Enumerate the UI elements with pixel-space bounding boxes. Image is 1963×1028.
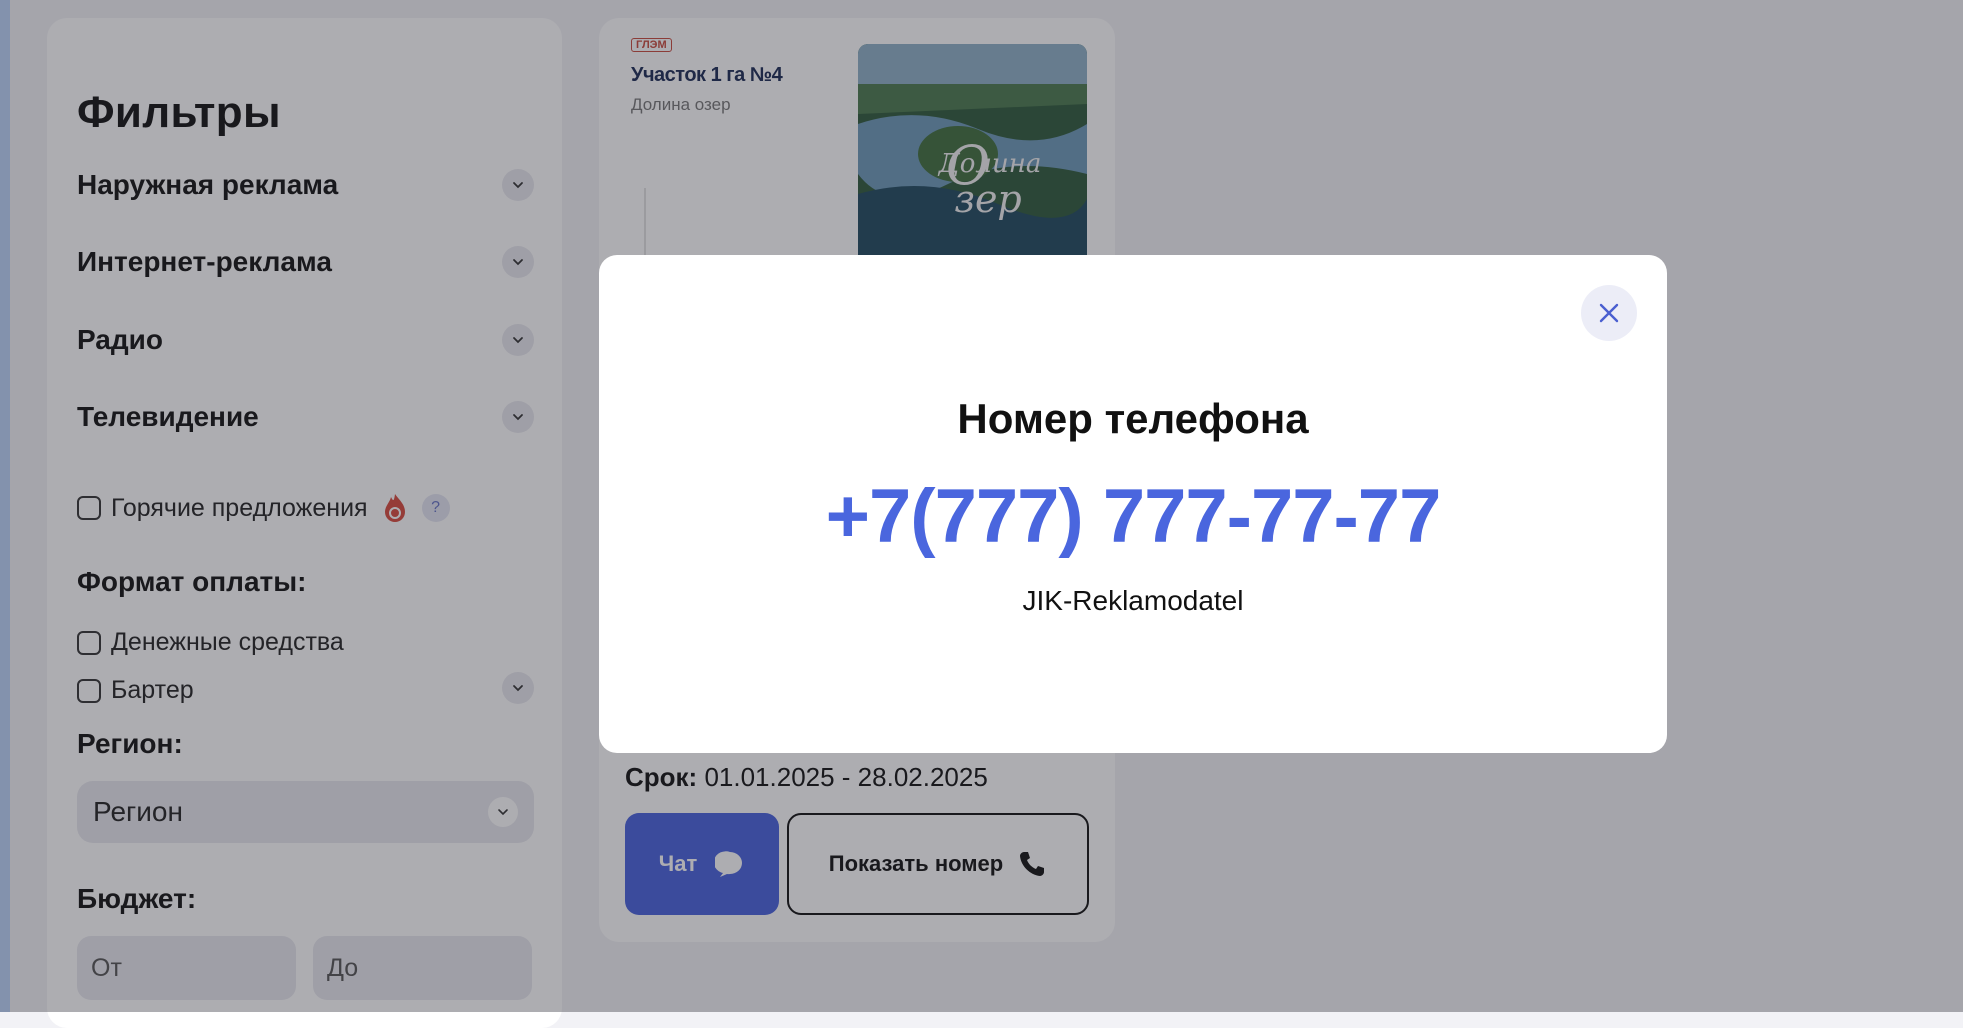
- phone-number-modal: Номер телефона +7(777) 777-77-77 JIK-Rek…: [599, 255, 1667, 753]
- phone-number[interactable]: +7(777) 777-77-77: [599, 473, 1667, 560]
- advertiser-name: JIK-Reklamodatel: [1022, 585, 1244, 616]
- close-icon: [1599, 303, 1619, 323]
- close-button[interactable]: [1581, 285, 1637, 341]
- modal-title: Номер телефона: [957, 395, 1309, 442]
